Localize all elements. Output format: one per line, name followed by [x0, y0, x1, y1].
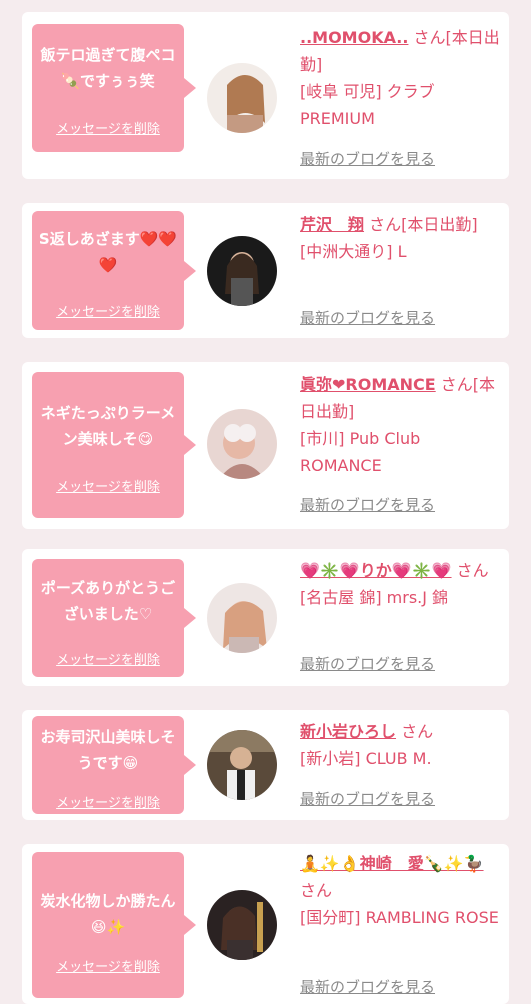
- message-card: 飯テロ過ぎて腹ペコ🍡ですぅぅ笑 メッセージを削除 ..MOMOKA.. さん[本…: [22, 12, 509, 179]
- delete-message-link[interactable]: メッセージを削除: [32, 792, 184, 811]
- latest-blog-link[interactable]: 最新のブログを見る: [300, 307, 435, 328]
- shop-label: [名古屋 錦] mrs.J 錦: [300, 588, 449, 607]
- message-card: ポーズありがとうございました♡ メッセージを削除 💗✳️💗りか💗✳️💗 さん […: [22, 549, 509, 686]
- sender-name-link[interactable]: ..MOMOKA..: [300, 28, 408, 47]
- sender-status: さん: [456, 561, 489, 580]
- sender-status: さん[本日出勤]: [369, 215, 478, 234]
- message-card: ネギたっぷりラーメン美味しそ😋 メッセージを削除 眞弥❤ROMANCE さん[本…: [22, 362, 509, 529]
- avatar[interactable]: [207, 409, 277, 479]
- shop-label: [新小岩] CLUB M.: [300, 749, 432, 768]
- latest-blog-link[interactable]: 最新のブログを見る: [300, 788, 435, 809]
- latest-blog-link[interactable]: 最新のブログを見る: [300, 976, 435, 997]
- message-card: 炭水化物しか勝たん😆✨ メッセージを削除 🧘✨👌神崎 愛🍾✨🦆 さん [国分町]…: [22, 844, 509, 1004]
- message-list: 飯テロ過ぎて腹ペコ🍡ですぅぅ笑 メッセージを削除 ..MOMOKA.. さん[本…: [0, 0, 531, 1004]
- delete-message-link[interactable]: メッセージを削除: [32, 301, 184, 320]
- message-bubble: ポーズありがとうございました♡ メッセージを削除: [32, 559, 196, 677]
- message-bubble: お寿司沢山美味しそうです😁 メッセージを削除: [32, 716, 196, 814]
- message-text: ネギたっぷりラーメン美味しそ😋: [40, 404, 176, 448]
- message-text: 飯テロ過ぎて腹ペコ🍡ですぅぅ笑: [40, 46, 176, 90]
- sender-name-link[interactable]: 💗✳️💗りか💗✳️💗: [300, 561, 452, 580]
- shop-label: [岐阜 可児] クラブPREMIUM: [300, 82, 435, 128]
- avatar[interactable]: [207, 890, 277, 960]
- delete-message-link[interactable]: メッセージを削除: [32, 956, 184, 975]
- latest-blog-link[interactable]: 最新のブログを見る: [300, 653, 435, 674]
- delete-message-link[interactable]: メッセージを削除: [32, 118, 184, 137]
- shop-label: [市川] Pub Club ROMANCE: [300, 429, 421, 475]
- message-text: 炭水化物しか勝たん😆✨: [40, 892, 176, 936]
- sender-name-link[interactable]: 眞弥❤ROMANCE: [300, 375, 436, 394]
- message-card: S返しあざます❤️❤️❤️ メッセージを削除 芹沢 翔 さん[本日出勤] [中洲…: [22, 203, 509, 338]
- sender-status: さん: [401, 722, 434, 741]
- delete-message-link[interactable]: メッセージを削除: [32, 476, 184, 495]
- sender-info: 💗✳️💗りか💗✳️💗 さん [名古屋 錦] mrs.J 錦: [300, 557, 500, 611]
- sender-info: 眞弥❤ROMANCE さん[本日出勤] [市川] Pub Club ROMANC…: [300, 371, 500, 479]
- avatar[interactable]: [207, 730, 277, 800]
- avatar[interactable]: [207, 583, 277, 653]
- sender-info: 🧘✨👌神崎 愛🍾✨🦆 さん [国分町] RAMBLING ROSE: [300, 850, 500, 931]
- shop-label: [国分町] RAMBLING ROSE: [300, 908, 499, 927]
- sender-name-link[interactable]: 🧘✨👌神崎 愛🍾✨🦆: [300, 854, 484, 873]
- avatar[interactable]: [207, 63, 277, 133]
- delete-message-link[interactable]: メッセージを削除: [32, 649, 184, 668]
- sender-name-link[interactable]: 芹沢 翔: [300, 215, 364, 234]
- sender-info: ..MOMOKA.. さん[本日出勤] [岐阜 可児] クラブPREMIUM: [300, 24, 500, 132]
- message-bubble: S返しあざます❤️❤️❤️ メッセージを削除: [32, 211, 196, 330]
- message-card: お寿司沢山美味しそうです😁 メッセージを削除 新小岩ひろし さん [新小岩] C…: [22, 710, 509, 820]
- latest-blog-link[interactable]: 最新のブログを見る: [300, 494, 435, 515]
- sender-status: さん: [300, 881, 333, 900]
- sender-info: 新小岩ひろし さん [新小岩] CLUB M.: [300, 718, 500, 772]
- latest-blog-link[interactable]: 最新のブログを見る: [300, 148, 435, 169]
- message-text: S返しあざます❤️❤️❤️: [38, 230, 178, 274]
- message-text: ポーズありがとうございました♡: [40, 579, 176, 623]
- avatar[interactable]: [207, 236, 277, 306]
- message-text: お寿司沢山美味しそうです😁: [40, 728, 176, 772]
- sender-name-link[interactable]: 新小岩ひろし: [300, 722, 396, 741]
- message-bubble: 炭水化物しか勝たん😆✨ メッセージを削除: [32, 852, 196, 998]
- message-bubble: 飯テロ過ぎて腹ペコ🍡ですぅぅ笑 メッセージを削除: [32, 24, 196, 152]
- sender-info: 芹沢 翔 さん[本日出勤] [中洲大通り] L: [300, 211, 500, 265]
- shop-label: [中洲大通り] L: [300, 242, 407, 261]
- message-bubble: ネギたっぷりラーメン美味しそ😋 メッセージを削除: [32, 372, 196, 518]
